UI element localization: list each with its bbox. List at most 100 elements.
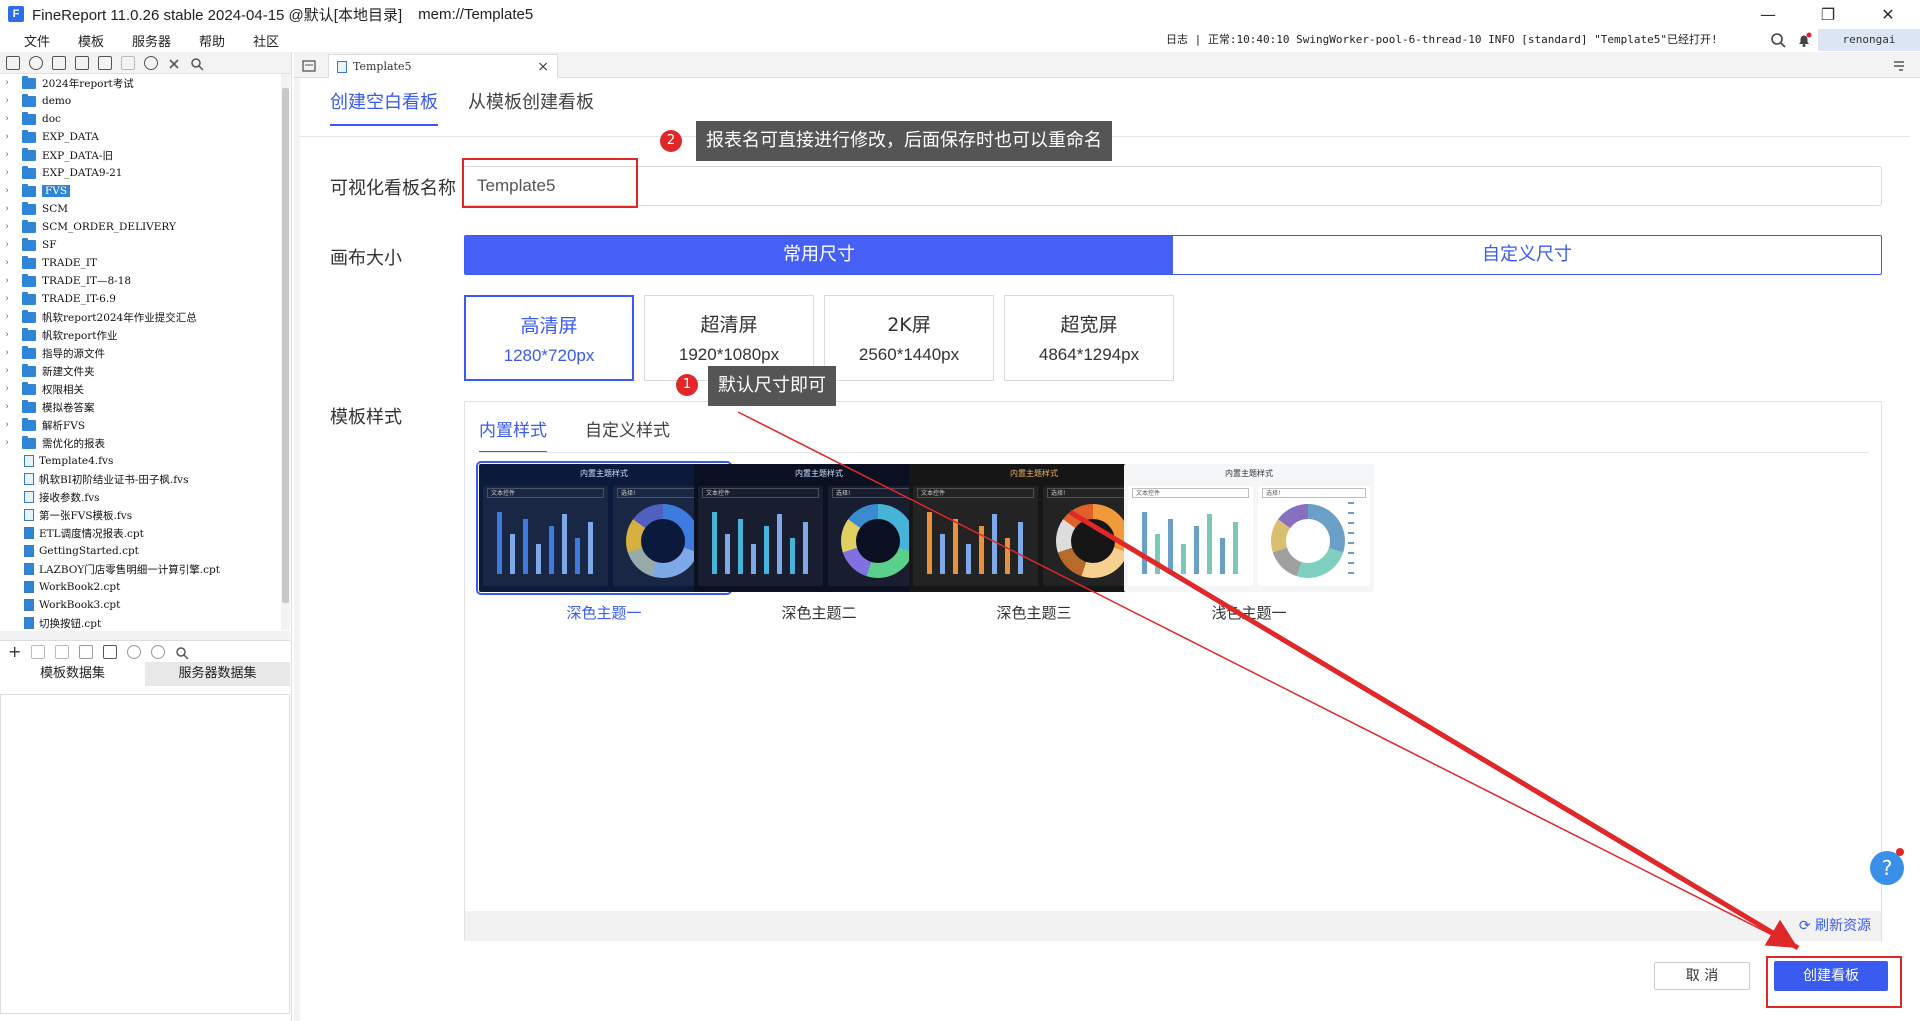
chevron-right-icon[interactable]: › (0, 420, 14, 430)
tab-close-icon[interactable]: × (537, 59, 549, 75)
chevron-right-icon[interactable]: › (0, 132, 14, 142)
preset-hd[interactable]: 高清屏 1280*720px (464, 295, 634, 381)
tab-create-from-template[interactable]: 从模板创建看板 (468, 88, 594, 126)
new-folder-icon[interactable] (6, 55, 20, 70)
maximize-button[interactable]: ❐ (1800, 0, 1856, 28)
dataset-edit-icon[interactable] (103, 644, 118, 659)
db-icon[interactable] (127, 644, 142, 659)
preview-icon[interactable] (79, 644, 94, 659)
tree-folder[interactable]: › 模拟卷答案 (0, 398, 284, 416)
chevron-right-icon[interactable]: › (0, 222, 14, 232)
chevron-right-icon[interactable]: › (0, 204, 14, 214)
edit-icon[interactable] (31, 644, 46, 659)
tree-folder[interactable]: › SCM (0, 200, 284, 218)
cancel-button[interactable]: 取 消 (1654, 962, 1750, 990)
preset-2k[interactable]: 2K屏 2560*1440px (824, 295, 994, 381)
help-button[interactable]: ? (1870, 851, 1904, 885)
tree-file[interactable]: 第一张FVS模板.fvs (0, 506, 284, 524)
tab-builtin-style[interactable]: 内置样式 (479, 416, 547, 453)
chevron-right-icon[interactable]: › (0, 348, 14, 358)
tree-file[interactable]: 接收参数.fvs (0, 488, 284, 506)
chevron-right-icon[interactable]: › (0, 96, 14, 106)
tree-folder[interactable]: › 需优化的报表 (0, 434, 284, 452)
tab-server-dataset[interactable]: 服务器数据集 (145, 662, 290, 686)
tab-list-icon[interactable] (302, 58, 316, 77)
tree-folder[interactable]: › TRADE_IT-6.9 (0, 290, 284, 308)
tree-search-icon[interactable] (190, 56, 204, 71)
tree-folder[interactable]: › 指导的源文件 (0, 344, 284, 362)
chevron-right-icon[interactable]: › (0, 258, 14, 268)
chevron-right-icon[interactable]: › (0, 276, 14, 286)
tree-folder[interactable]: › 2024年report考试 (0, 74, 284, 92)
chevron-right-icon[interactable]: › (0, 186, 14, 196)
close-window-button[interactable]: ✕ (1860, 0, 1916, 28)
dataset-search-icon[interactable] (175, 645, 189, 660)
add-dataset-icon[interactable]: + (8, 642, 21, 661)
tree-folder[interactable]: › doc (0, 110, 284, 128)
notification-bell-icon[interactable] (1796, 28, 1812, 52)
tree-folder[interactable]: › SF (0, 236, 284, 254)
delete-icon[interactable] (98, 55, 112, 70)
tab-create-blank[interactable]: 创建空白看板 (330, 88, 438, 126)
tree-file[interactable]: GettingStarted.cpt (0, 542, 284, 560)
chevron-right-icon[interactable]: › (0, 384, 14, 394)
chevron-right-icon[interactable]: › (0, 402, 14, 412)
chevron-right-icon[interactable]: › (0, 330, 14, 340)
menu-help[interactable]: 帮助 (185, 31, 239, 50)
theme-option[interactable]: 内置主题样式文本控件选择!✓深色主题一 (476, 461, 732, 623)
tree-folder[interactable]: › 帆软report作业 (0, 326, 284, 344)
tree-file[interactable]: Template4.fvs (0, 452, 284, 470)
status-log-line[interactable]: 日志 | 正常:10:40:10 SwingWorker-pool-6-thre… (1166, 28, 1718, 52)
minimize-button[interactable]: — (1740, 0, 1796, 28)
tree-file[interactable]: ETL调度情况报表.cpt (0, 524, 284, 542)
chevron-right-icon[interactable]: › (0, 366, 14, 376)
tree-file[interactable]: WorkBook3.cpt (0, 596, 284, 614)
tree-folder[interactable]: › TRADE_IT (0, 254, 284, 272)
theme-option[interactable]: 内置主题样式 文本控件 选择! 深色主题二 (694, 464, 944, 623)
preset-ultrawide[interactable]: 超宽屏 4864*1294px (1004, 295, 1174, 381)
refresh-resources-button[interactable]: ⟳ 刷新资源 (1799, 911, 1871, 941)
locate-icon[interactable] (144, 55, 158, 70)
tree-folder[interactable]: › EXP_DATA-旧 (0, 146, 284, 164)
chevron-right-icon[interactable]: › (0, 294, 14, 304)
remove-icon[interactable] (55, 644, 70, 659)
size-custom-option[interactable]: 自定义尺寸 (1173, 236, 1881, 274)
chevron-right-icon[interactable]: › (0, 78, 14, 88)
tree-scroll-thumb[interactable] (282, 88, 289, 603)
chevron-right-icon[interactable]: › (0, 150, 14, 160)
tree-folder[interactable]: › TRADE_IT—8-18 (0, 272, 284, 290)
menu-template[interactable]: 模板 (64, 31, 118, 50)
tree-folder[interactable]: › 解析FVS (0, 416, 284, 434)
tab-template-dataset[interactable]: 模板数据集 (0, 662, 145, 686)
tree-file[interactable]: 切换按钮.cpt (0, 614, 284, 630)
tree-folder[interactable]: › 权限相关 (0, 380, 284, 398)
paste-icon[interactable] (121, 55, 135, 70)
tree-file[interactable]: LAZBOY门店零售明细一计算引擎.cpt (0, 560, 284, 578)
menu-server[interactable]: 服务器 (118, 31, 185, 50)
tree-folder[interactable]: › SCM_ORDER_DELIVERY (0, 218, 284, 236)
tree-folder[interactable]: › EXP_DATA9-21 (0, 164, 284, 182)
tree-hscrollbar[interactable] (0, 631, 290, 640)
tree-folder[interactable]: › 新建文件夹 (0, 362, 284, 380)
tree-file[interactable]: 帆软BI初阶结业证书-田子枫.fvs (0, 470, 284, 488)
refresh-icon[interactable] (29, 55, 43, 70)
dashboard-name-input[interactable]: Template5 (462, 166, 1882, 206)
chevron-right-icon[interactable]: › (0, 240, 14, 250)
collapse-icon[interactable] (167, 56, 181, 70)
tree-folder[interactable]: › FVS (0, 182, 284, 200)
chevron-right-icon[interactable]: › (0, 312, 14, 322)
chevron-right-icon[interactable]: › (0, 168, 14, 178)
menu-community[interactable]: 社区 (239, 31, 293, 50)
search-icon[interactable] (1770, 28, 1786, 52)
copy-icon[interactable] (75, 55, 89, 70)
chevron-right-icon[interactable]: › (0, 438, 14, 448)
tree-folder[interactable]: › demo (0, 92, 284, 110)
tab-custom-style[interactable]: 自定义样式 (585, 416, 670, 453)
chevron-right-icon[interactable]: › (0, 114, 14, 124)
template-icon[interactable] (52, 55, 66, 70)
size-common-option[interactable]: 常用尺寸 (465, 236, 1173, 274)
tree-folder[interactable]: › EXP_DATA (0, 128, 284, 146)
user-account[interactable]: renongai (1818, 29, 1920, 51)
panel-options-icon[interactable] (1892, 58, 1906, 77)
tree-file[interactable]: WorkBook2.cpt (0, 578, 284, 596)
